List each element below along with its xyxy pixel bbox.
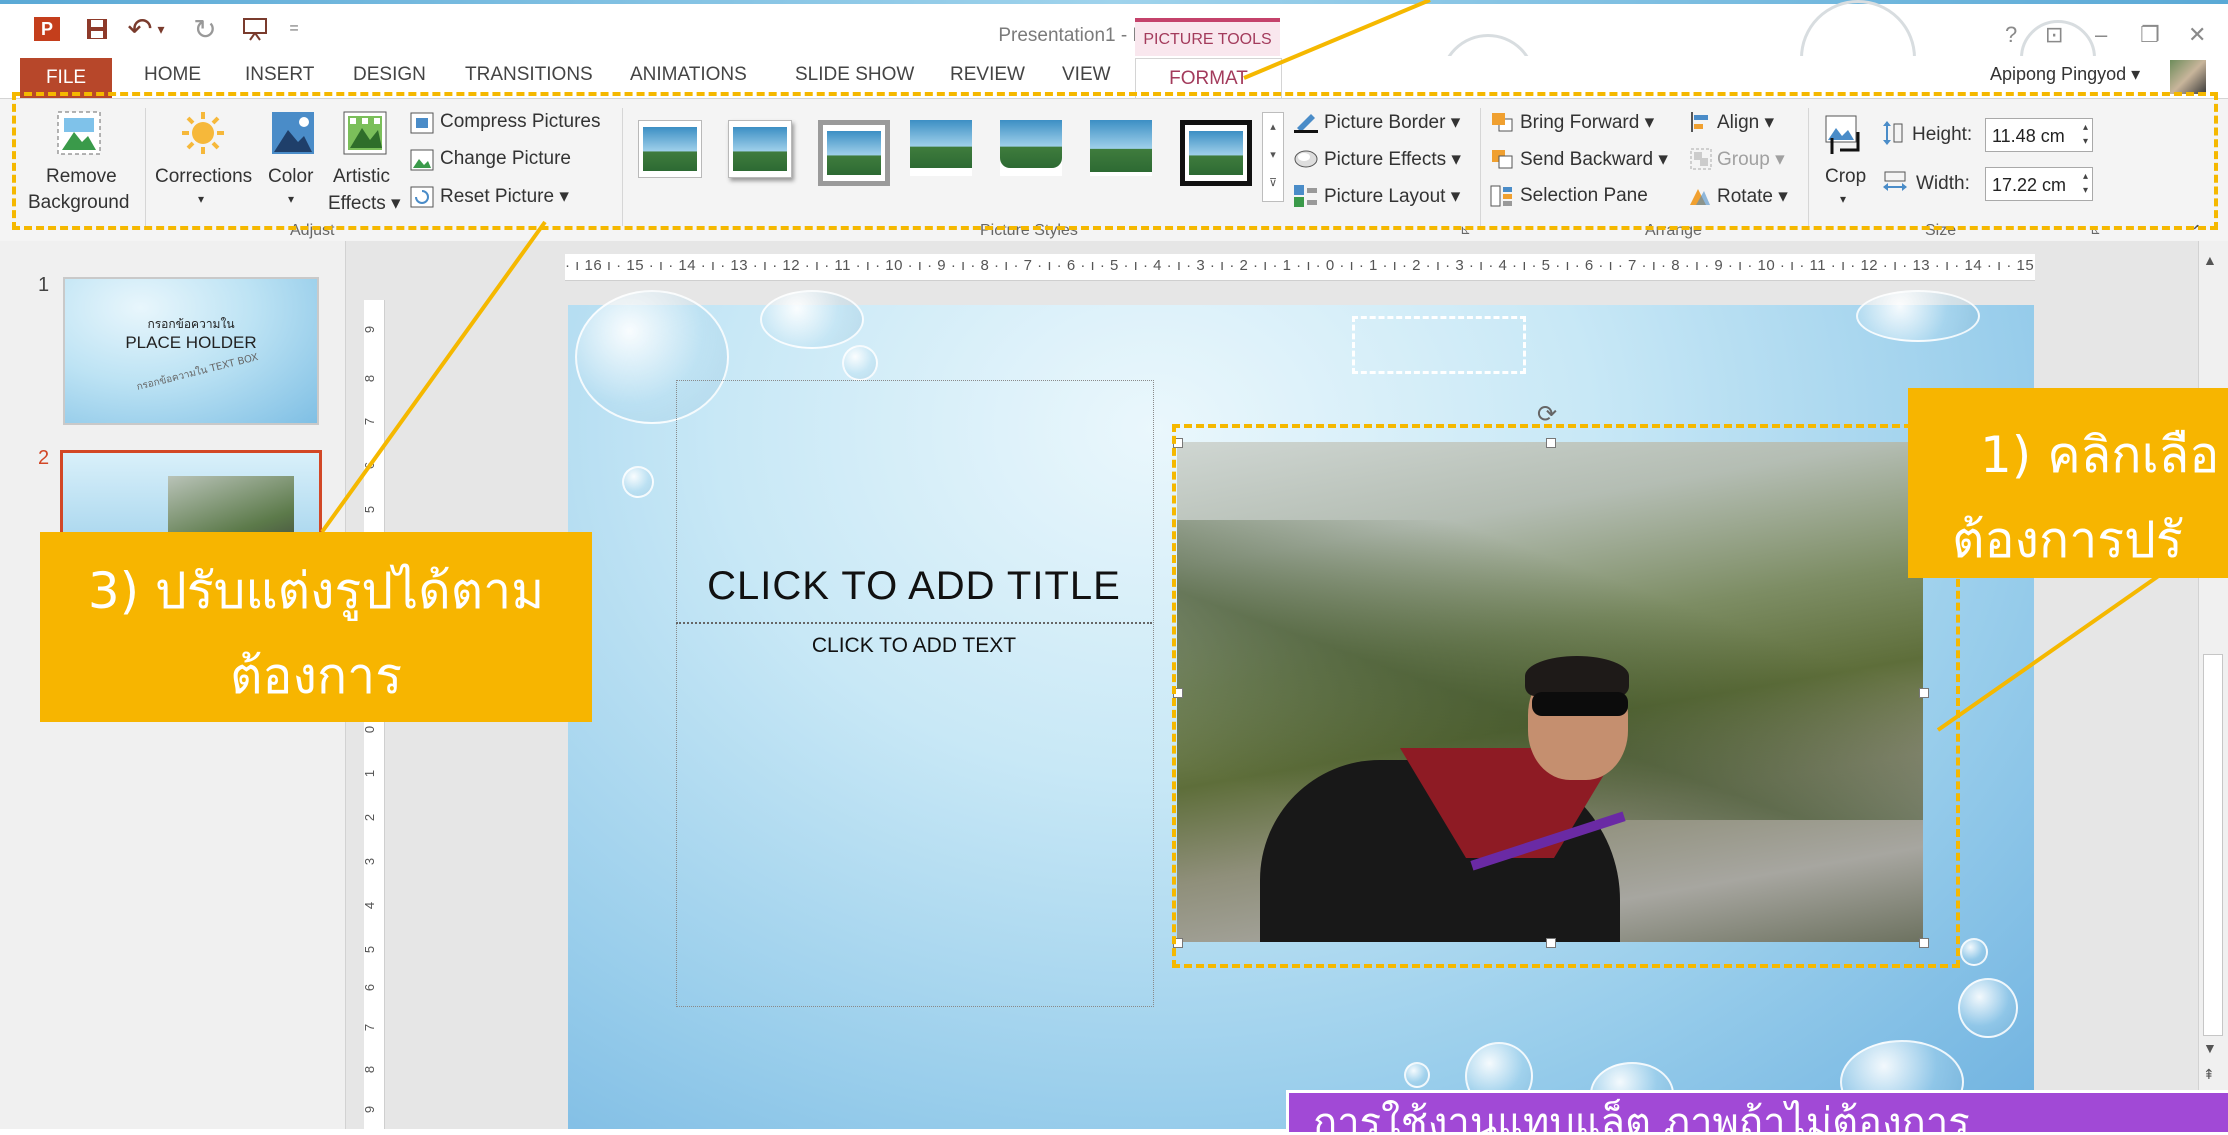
tab-transitions[interactable]: TRANSITIONS [465, 64, 593, 86]
thumb1-line3: กรอกข้อความใน TEXT BOX [135, 352, 260, 393]
tip-callout: การใช้งานแทบแล็ต ภาพถ้าไม่ต้องการ [1286, 1090, 2228, 1135]
water-drop-decoration [1404, 1062, 1430, 1088]
vertical-ruler-tick: 2 [362, 813, 378, 822]
picture-tools-label: PICTURE TOOLS [1135, 18, 1280, 58]
thumb1-line1: กรอกข้อความใน [147, 317, 235, 331]
picture-highlight [1172, 424, 1960, 968]
placeholder-divider [676, 622, 1152, 624]
water-drop-decoration [842, 345, 878, 381]
scroll-up-icon[interactable]: ▲ [2203, 252, 2217, 268]
step-1-callout: 1) คลิกเลือ ต้องการปรั [1908, 388, 2228, 578]
vertical-ruler-tick: 9 [362, 325, 378, 334]
slide-number: 2 [38, 447, 50, 469]
vertical-ruler-tick: 5 [362, 945, 378, 954]
step-3-callout: 3) ปรับแต่งรูปได้ตาม ต้องการ [40, 532, 592, 722]
scrollbar-thumb[interactable] [2203, 654, 2223, 1036]
minimize-button[interactable]: – [2095, 22, 2107, 48]
slide-number: 1 [38, 274, 50, 296]
water-drop-decoration [1856, 290, 1980, 342]
water-drop-decoration [760, 290, 864, 349]
step-3-text-line2: ต้องการ [229, 647, 403, 705]
window-title: Presentation1 - PowerPoint [998, 25, 1230, 46]
placeholder-highlight [1352, 316, 1526, 374]
user-account-name[interactable]: Apipong Pingyod ▾ [1990, 64, 2140, 85]
vertical-ruler-tick: 3 [362, 857, 378, 866]
previous-slide-icon[interactable]: ⇞ [2203, 1066, 2215, 1083]
water-drop-decoration [622, 466, 654, 498]
vertical-ruler-tick: 6 [362, 983, 378, 992]
tab-insert[interactable]: INSERT [245, 64, 314, 86]
tab-animations[interactable]: ANIMATIONS [630, 64, 747, 86]
ribbon-highlight [12, 92, 2218, 230]
step-1-text-line2: ต้องการปรั [1952, 511, 2183, 569]
vertical-ruler-tick: 4 [362, 901, 378, 910]
step-1-text-line1: 1) คลิกเลือ [1980, 426, 2220, 484]
user-avatar[interactable] [2170, 60, 2206, 94]
tab-slide-show[interactable]: SLIDE SHOW [795, 64, 914, 86]
text-placeholder-text[interactable]: CLICK TO ADD TEXT [676, 634, 1152, 658]
vertical-ruler-tick: 1 [362, 769, 378, 778]
title-bar-accent [0, 0, 2228, 4]
close-button[interactable]: ✕ [2188, 22, 2206, 48]
tab-design[interactable]: DESIGN [353, 64, 426, 86]
vertical-ruler-tick: 6 [362, 461, 378, 470]
vertical-ruler-tick: 5 [362, 505, 378, 514]
vertical-ruler-tick: 8 [362, 374, 378, 383]
maximize-button[interactable]: ❐ [2140, 22, 2160, 48]
title-placeholder[interactable] [676, 380, 1154, 1007]
ribbon-display-options-icon[interactable]: ⊡ [2045, 22, 2063, 48]
tab-review[interactable]: REVIEW [950, 64, 1025, 86]
tab-view[interactable]: VIEW [1062, 64, 1111, 86]
vertical-ruler-tick: 8 [362, 1065, 378, 1074]
water-drop-decoration [1958, 978, 2018, 1038]
tab-home[interactable]: HOME [144, 64, 201, 86]
horizontal-ruler-scale: · ı 16 ı · 15 · ı · 14 · ı · 13 · ı · 12… [565, 257, 2035, 274]
title-placeholder-text[interactable]: CLICK TO ADD TITLE [676, 564, 1152, 609]
vertical-ruler-tick: 9 [362, 1105, 378, 1114]
water-drop-decoration [1960, 938, 1988, 966]
scroll-down-icon[interactable]: ▼ [2203, 1040, 2217, 1056]
help-button[interactable]: ? [2005, 22, 2017, 48]
vertical-ruler-tick: 0 [362, 725, 378, 734]
vertical-ruler-tick: 7 [362, 1023, 378, 1032]
step-3-text-line1: 3) ปรับแต่งรูปได้ตาม [87, 562, 545, 620]
vertical-ruler-tick: 7 [362, 417, 378, 426]
thumb1-line2: PLACE HOLDER [125, 333, 257, 352]
slide-thumbnail-1[interactable]: กรอกข้อความใน PLACE HOLDER กรอกข้อความใน… [63, 277, 319, 425]
